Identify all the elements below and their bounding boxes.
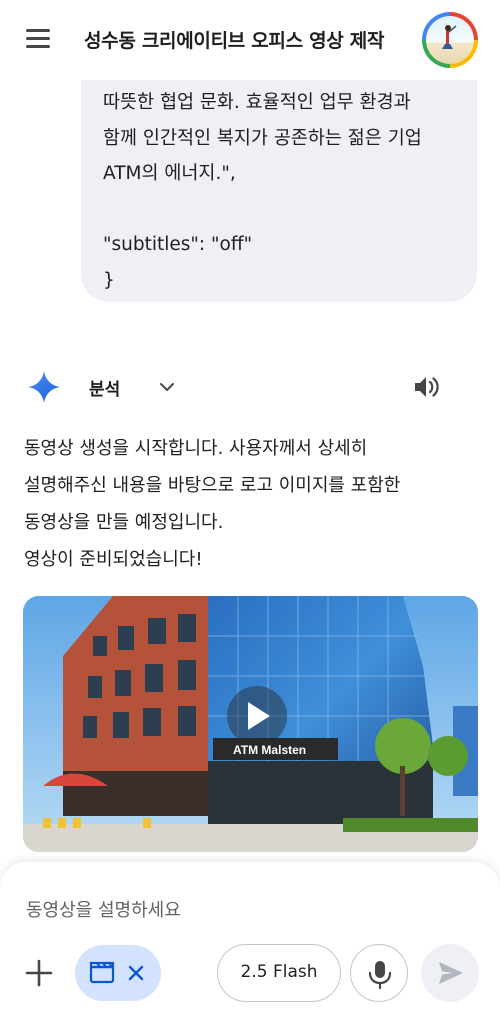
- model-response-label: 분석: [89, 380, 121, 400]
- user-message-text: 따뜻한 협업 문화. 효율적인 업무 환경과 함께 인간적인 복지가 공존하는 …: [103, 92, 422, 291]
- hamburger-menu-icon[interactable]: [26, 28, 52, 50]
- clapperboard-icon: [89, 961, 144, 984]
- response-line: 동영상 생성을 시작합니다. 사용자께서 상세히: [24, 438, 368, 459]
- response-line: 영상이 준비되었습니다!: [24, 549, 203, 570]
- model-selector-chip[interactable]: 2.5 Flash: [217, 944, 341, 1002]
- prompt-input[interactable]: 동영상을 설명하세요: [26, 896, 181, 922]
- chevron-down-icon[interactable]: [158, 378, 176, 396]
- top-bar: 성수동 크리에이티브 오피스 영상 제작: [0, 0, 500, 80]
- model-selector-label: 2.5 Flash: [240, 962, 318, 982]
- video-tool-chip[interactable]: [75, 945, 161, 1001]
- response-text: 동영상 생성을 시작합니다. 사용자께서 상세히 설명해주신 내용을 바탕으로 …: [24, 430, 484, 578]
- building-sign-text: ATM Malsten: [233, 743, 306, 757]
- response-line: 설명해주신 내용을 바탕으로 로고 이미지를 포함한: [24, 475, 401, 496]
- response-line: 동영상을 만들 예정입니다.: [24, 512, 224, 533]
- send-button[interactable]: [421, 944, 479, 1002]
- conversation-title: 성수동 크리에이티브 오피스 영상 제작: [84, 30, 385, 52]
- speaker-icon[interactable]: [412, 372, 442, 402]
- profile-avatar[interactable]: [422, 12, 478, 68]
- play-icon: [248, 702, 270, 730]
- avatar-image: [426, 16, 474, 64]
- gemini-sparkle-icon: [28, 371, 60, 403]
- play-button[interactable]: [227, 686, 287, 746]
- microphone-icon: [368, 961, 392, 990]
- microphone-button[interactable]: [350, 944, 408, 1002]
- close-icon: [128, 965, 144, 981]
- plus-icon[interactable]: [22, 956, 56, 990]
- send-icon: [439, 962, 463, 984]
